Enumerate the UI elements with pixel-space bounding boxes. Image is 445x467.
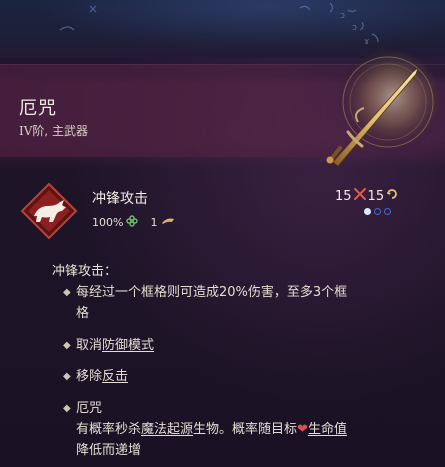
count-value: 1 [150, 216, 158, 229]
keyword-link[interactable]: 防御模式 [102, 338, 154, 353]
keyword-link[interactable]: 魔法起源 [141, 422, 193, 437]
svg-text:ↄ: ↄ [340, 11, 345, 21]
pip-empty [374, 208, 381, 215]
item-tooltip: ↄↄɤ 厄咒 IV阶, 主武器 冲锋攻击 100% 1 15 15 冲锋攻击： … [0, 0, 445, 467]
crossed-swords-icon [353, 188, 366, 204]
item-title: 厄咒 [19, 98, 57, 119]
heart-icon: ❤ [297, 422, 308, 437]
pip-filled [364, 208, 371, 215]
bullet-text: 生物。概率随目标 [193, 422, 298, 437]
skill-name: 冲锋攻击 [92, 191, 148, 207]
charge-pips [364, 208, 391, 215]
description-bullet: ◆ 每经过一个框格则可造成20%伤害，至多3个框 格 [63, 282, 406, 324]
bullet-title: 厄咒 [76, 401, 103, 416]
description-bullet: ◆ 移除反击 [63, 369, 129, 384]
bullet-text: 有概率秒杀 [76, 422, 142, 437]
pip-empty [384, 208, 391, 215]
cycle-icon [386, 188, 398, 204]
bullet-text-cont: 降低而递增 [76, 443, 142, 458]
bullet-text: 取消 [76, 338, 103, 353]
cost-b-value: 15 [367, 188, 385, 204]
svg-text:ɤ: ɤ [364, 37, 369, 47]
description-bullet: ◆ 厄咒 有概率秒杀魔法起源生物。概率随目标❤生命值 降低而递增 [63, 398, 416, 461]
bull-charge-icon[interactable] [20, 182, 78, 240]
keyword-link[interactable]: 生命值 [308, 422, 347, 437]
bullet-text: 每经过一个框格则可造成20%伤害，至多3个框 [76, 285, 348, 300]
description-heading: 冲锋攻击： [52, 264, 118, 279]
skill-cost: 15 15 [335, 188, 400, 204]
description-bullet: ◆ 取消防御模式 [63, 338, 155, 353]
sword-icon [318, 50, 445, 175]
bullet-text-cont: 格 [76, 306, 90, 321]
svg-text:ↄ: ↄ [352, 23, 357, 33]
bullet-text: 移除 [76, 369, 103, 384]
cost-a-value: 15 [335, 188, 352, 204]
chance-value: 100% [92, 216, 124, 229]
clover-icon [126, 215, 139, 230]
skill-stats: 100% 1 [92, 215, 175, 230]
keyword-link[interactable]: 反击 [102, 369, 128, 384]
item-subtitle: IV阶, 主武器 [19, 124, 89, 138]
horn-icon [161, 216, 175, 229]
